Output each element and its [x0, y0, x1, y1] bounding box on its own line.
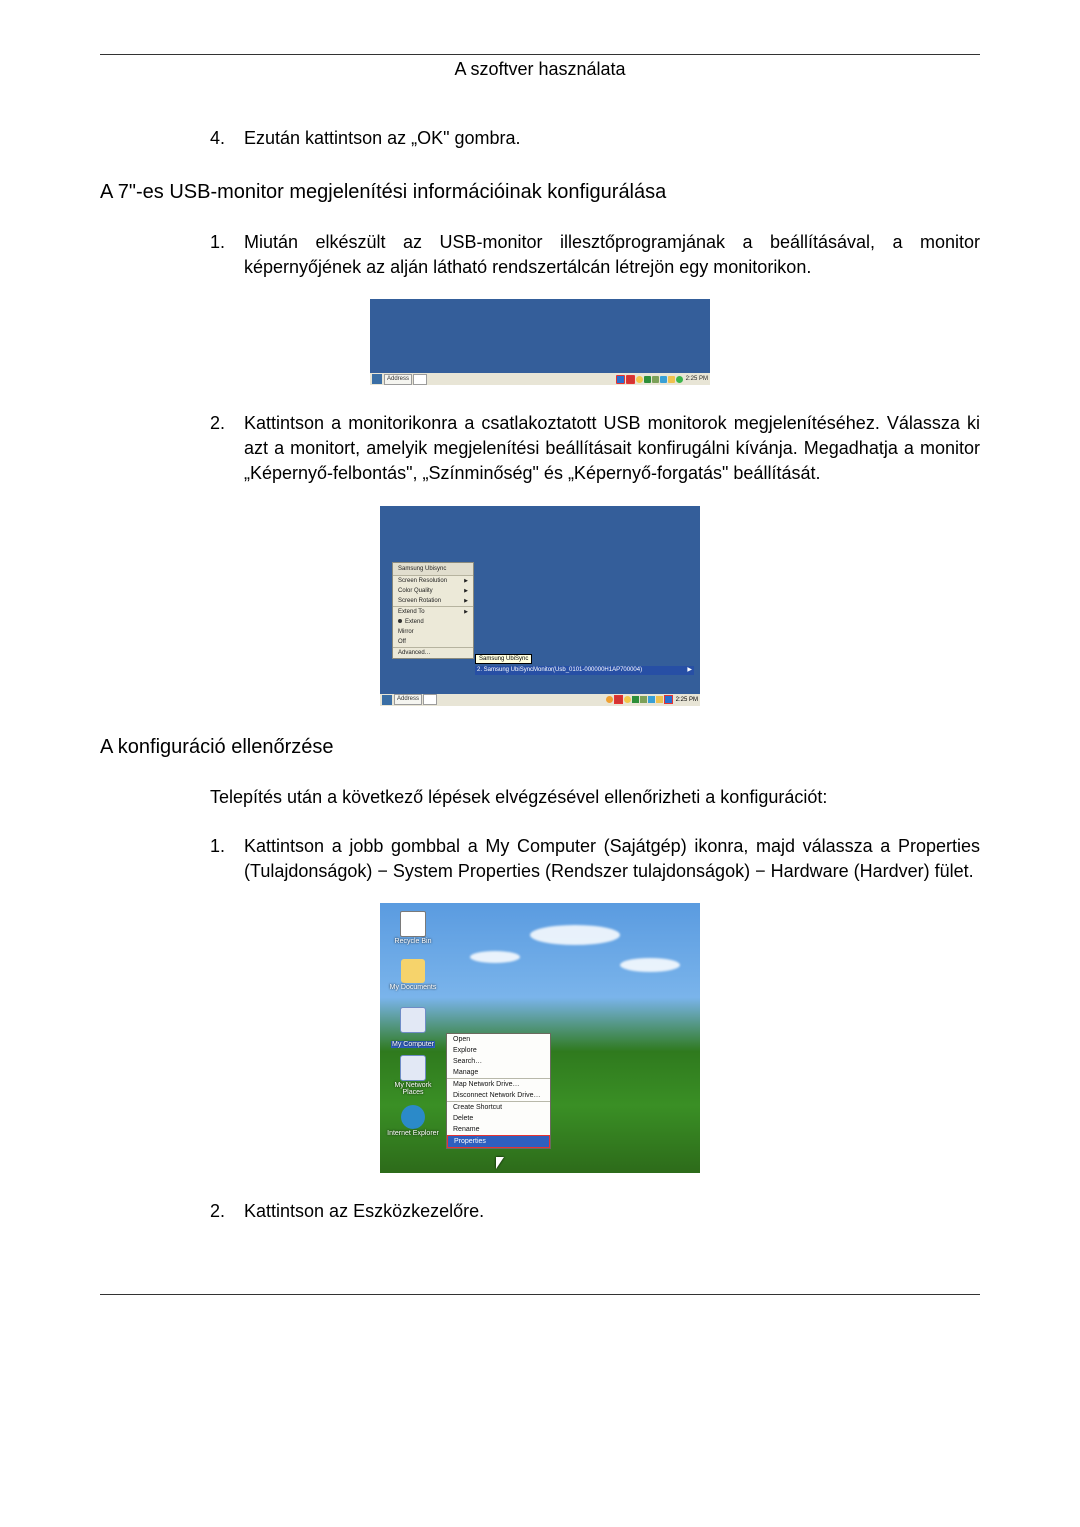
list-text: Miután elkészült az USB-monitor illesztő… [244, 230, 980, 280]
menu-item[interactable]: Create Shortcut [447, 1101, 550, 1113]
highlighted-monitor-item[interactable]: 2. Samsung UbiSyncMonitor(Usb_0101-00000… [475, 666, 694, 675]
paragraph: Telepítés után a következő lépések elvég… [210, 785, 980, 810]
list-text: Kattintson a monitorikonra a csatlakozta… [244, 411, 980, 485]
tray-icon[interactable] [626, 375, 635, 384]
address-field[interactable] [413, 374, 427, 385]
list-item: 2. Kattintson a monitorikonra a csatlako… [210, 411, 980, 485]
list-item: 1. Kattintson a jobb gombbal a My Comput… [210, 834, 980, 884]
list-number: 1. [210, 834, 244, 884]
desktop-icon-recycle-bin[interactable]: Recycle Bin [385, 911, 441, 945]
section-heading: A 7"-es USB-monitor megjelenítési inform… [100, 181, 980, 204]
context-menu: Open Explore Search… Manage Map Network … [446, 1033, 551, 1149]
icon-label: My Network Places [385, 1082, 441, 1096]
taskbar: Address 2:25 PM [370, 373, 710, 385]
clock: 2:25 PM [686, 376, 708, 382]
address-label: Address [394, 694, 422, 705]
menu-item[interactable]: Extend To▶ [393, 606, 473, 617]
menu-item[interactable]: Manage [447, 1067, 550, 1078]
menu-item[interactable]: Explore [447, 1045, 550, 1056]
chevron-right-icon: ▶ [687, 666, 692, 675]
chevron-right-icon: ▶ [464, 578, 468, 584]
list-item: 4. Ezután kattintson az „OK" gombra. [210, 126, 980, 151]
desktop-icon-my-computer[interactable]: My Computer [385, 1007, 441, 1051]
recycle-bin-icon [400, 911, 426, 937]
section-heading: A konfiguráció ellenőrzése [100, 736, 980, 759]
folder-icon [401, 959, 425, 983]
monitor-tray-icon[interactable] [616, 375, 625, 384]
computer-icon [400, 1007, 426, 1033]
menu-item[interactable]: Open [447, 1034, 550, 1045]
taskbar: Address 2:25 PM [380, 694, 700, 706]
start-button-icon[interactable] [372, 374, 382, 384]
desktop-icon-ie[interactable]: Internet Explorer [385, 1105, 441, 1137]
list-number: 2. [210, 1199, 244, 1224]
context-menu: Samsung Ubisync Screen Resolution▶ Color… [392, 562, 474, 659]
menu-item-properties[interactable]: Properties [447, 1135, 550, 1148]
icon-label: Recycle Bin [385, 938, 441, 945]
icon-label: Internet Explorer [385, 1130, 441, 1137]
footer-rule [100, 1294, 980, 1295]
menu-item[interactable]: Advanced… [393, 647, 473, 658]
address-label: Address [384, 374, 412, 385]
tray-icon[interactable] [676, 376, 683, 383]
tray-icon[interactable] [640, 696, 647, 703]
menu-item[interactable]: Disconnect Network Drive… [447, 1090, 550, 1101]
tray-icon[interactable] [606, 696, 613, 703]
list-text: Kattintson a jobb gombbal a My Computer … [244, 834, 980, 884]
internet-explorer-icon [401, 1105, 425, 1129]
menu-item[interactable]: Screen Resolution▶ [393, 576, 473, 586]
menu-item[interactable]: Delete [447, 1113, 550, 1124]
network-icon [400, 1055, 426, 1081]
list-text: Ezután kattintson az „OK" gombra. [244, 126, 980, 151]
header-rule [100, 54, 980, 55]
list-text: Kattintson az Eszközkezelőre. [244, 1199, 980, 1224]
desktop-icon-my-documents[interactable]: My Documents [385, 959, 441, 991]
list-number: 4. [210, 126, 244, 151]
menu-item[interactable]: Search… [447, 1056, 550, 1067]
menu-item[interactable]: Map Network Drive… [447, 1078, 550, 1090]
tray-icon[interactable] [652, 376, 659, 383]
tray-icon[interactable] [644, 376, 651, 383]
icon-label: My Documents [385, 984, 441, 991]
tray-icon[interactable] [668, 376, 675, 383]
tooltip: Samsung UbiSync [475, 654, 532, 664]
list-number: 1. [210, 230, 244, 280]
list-number: 2. [210, 411, 244, 485]
chevron-right-icon: ▶ [464, 609, 468, 615]
chevron-right-icon: ▶ [464, 588, 468, 594]
cursor-icon [496, 1157, 506, 1171]
system-tray: 2:25 PM [606, 695, 700, 704]
desktop-icon-my-network[interactable]: My Network Places [385, 1055, 441, 1096]
tray-icon[interactable] [632, 696, 639, 703]
system-tray: 2:25 PM [616, 374, 710, 384]
document-page: A szoftver használata 4. Ezután kattints… [0, 0, 1080, 1355]
tray-icon[interactable] [614, 695, 623, 704]
page-header: A szoftver használata [100, 59, 980, 80]
clock: 2:25 PM [676, 697, 698, 703]
menu-item[interactable]: Extend [393, 617, 473, 627]
start-button-icon[interactable] [382, 695, 392, 705]
tray-icon[interactable] [660, 376, 667, 383]
icon-label: My Computer [391, 1041, 435, 1048]
tray-icon[interactable] [656, 696, 663, 703]
menu-title: Samsung Ubisync [393, 563, 473, 576]
screenshot-taskbar: Address 2:25 PM [370, 299, 710, 385]
monitor-tray-icon[interactable] [664, 695, 673, 704]
menu-item[interactable]: Color Quality▶ [393, 586, 473, 596]
menu-item[interactable]: Mirror [393, 627, 473, 637]
list-item: 1. Miután elkészült az USB-monitor illes… [210, 230, 980, 280]
chevron-right-icon: ▶ [464, 598, 468, 604]
menu-item[interactable]: Rename [447, 1124, 550, 1135]
menu-item[interactable]: Screen Rotation▶ [393, 596, 473, 606]
address-field[interactable] [423, 694, 437, 705]
screenshot-tray-menu: Samsung Ubisync Screen Resolution▶ Color… [380, 506, 700, 706]
screenshot-desktop-context: Recycle Bin My Documents My Computer My … [380, 903, 700, 1173]
tray-icon[interactable] [636, 376, 643, 383]
tray-icon[interactable] [648, 696, 655, 703]
menu-item[interactable]: Off [393, 637, 473, 647]
list-item: 2. Kattintson az Eszközkezelőre. [210, 1199, 980, 1224]
tray-icon[interactable] [624, 696, 631, 703]
